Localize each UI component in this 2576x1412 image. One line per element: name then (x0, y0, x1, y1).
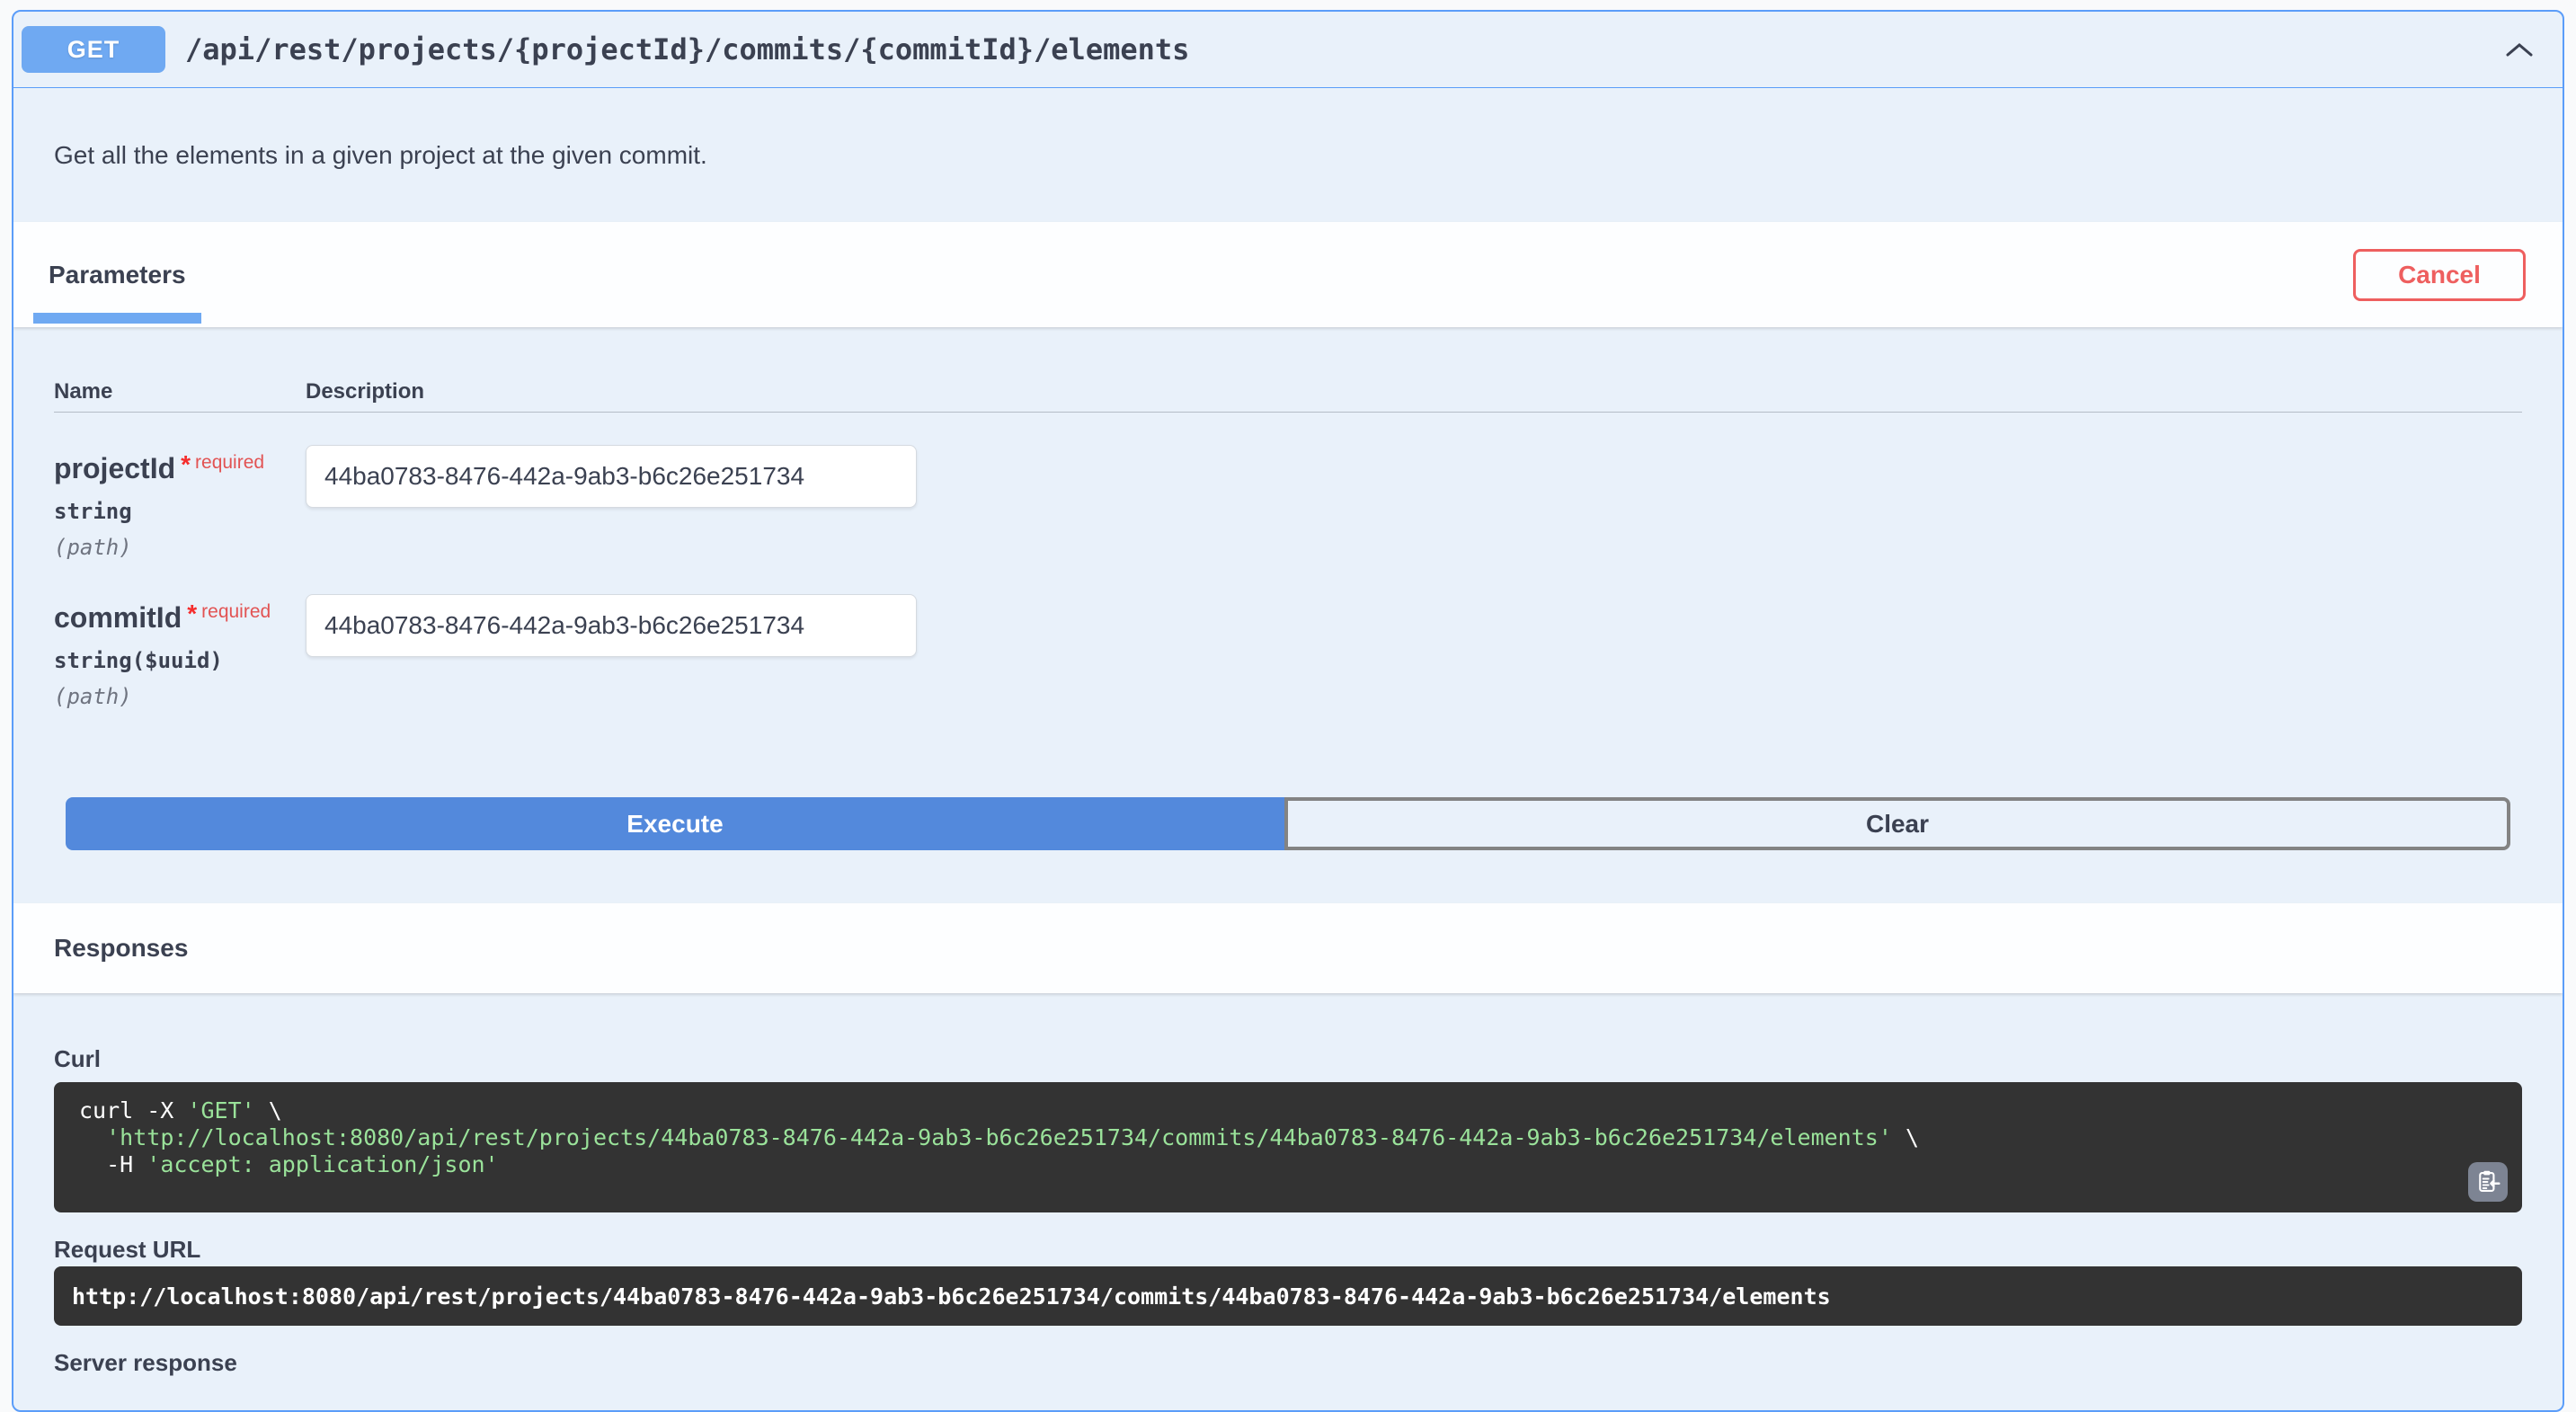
tab-active-underline (33, 313, 201, 324)
projectid-input[interactable] (306, 445, 917, 508)
responses-header-bar: Responses (13, 903, 2563, 993)
server-response-label: Server response (54, 1349, 2522, 1376)
param-name: projectId (54, 452, 175, 484)
tab-parameters[interactable]: Parameters (33, 222, 201, 327)
param-description-cell (306, 445, 2522, 560)
cancel-button[interactable]: Cancel (2353, 249, 2526, 301)
request-url-label: Request URL (54, 1236, 2522, 1263)
required-star: * (181, 450, 191, 478)
request-url-value: http://localhost:8080/api/rest/projects/… (72, 1283, 1831, 1310)
col-header-name: Name (54, 379, 306, 404)
curl-label: Curl (54, 1045, 2522, 1072)
parameters-header-bar: Parameters Cancel (13, 222, 2563, 327)
param-type: string($uuid) (54, 648, 306, 673)
responses-title: Responses (54, 934, 188, 963)
request-url-bar: http://localhost:8080/api/rest/projects/… (54, 1266, 2522, 1326)
tab-parameters-label: Parameters (49, 261, 186, 289)
param-location: (path) (54, 535, 306, 560)
param-location: (path) (54, 684, 306, 709)
opblock-get: GET /api/rest/projects/{projectId}/commi… (12, 10, 2564, 1412)
param-name: commitId (54, 601, 182, 634)
param-name-line: projectId*required (54, 445, 306, 486)
parameters-section: Name Description projectId*required stri… (13, 327, 2563, 903)
required-star: * (187, 599, 197, 627)
curl-code: curl -X 'GET' \ 'http://localhost:8080/a… (79, 1097, 2497, 1178)
copy-to-clipboard-button[interactable] (2468, 1162, 2508, 1202)
responses-section: Curl curl -X 'GET' \ 'http://localhost:8… (13, 1045, 2563, 1376)
param-row-commitid: commitId*required string($uuid) (path) (54, 560, 2522, 709)
clear-button[interactable]: Clear (1284, 797, 2510, 850)
parameters-table-header: Name Description (54, 327, 2522, 413)
col-header-description: Description (306, 379, 2522, 404)
endpoint-path: /api/rest/projects/{projectId}/commits/{… (185, 32, 1189, 67)
method-badge: GET (22, 26, 165, 73)
endpoint-description: Get all the elements in a given project … (13, 88, 2563, 222)
required-label: required (201, 601, 271, 622)
clipboard-copy-icon (2475, 1169, 2500, 1194)
collapse-button[interactable] (2500, 36, 2539, 63)
param-meta: commitId*required string($uuid) (path) (54, 594, 306, 709)
param-name-line: commitId*required (54, 594, 306, 635)
param-description-cell (306, 594, 2522, 709)
commitid-input[interactable] (306, 594, 917, 657)
required-label: required (195, 452, 264, 473)
param-meta: projectId*required string (path) (54, 445, 306, 560)
param-type: string (54, 499, 306, 524)
chevron-up-icon (2505, 41, 2534, 58)
execute-button-group: Execute Clear (66, 797, 2510, 850)
param-row-projectid: projectId*required string (path) (54, 413, 2522, 560)
endpoint-summary[interactable]: GET /api/rest/projects/{projectId}/commi… (13, 12, 2563, 88)
execute-button[interactable]: Execute (66, 797, 1284, 850)
curl-command-block[interactable]: curl -X 'GET' \ 'http://localhost:8080/a… (54, 1082, 2522, 1212)
